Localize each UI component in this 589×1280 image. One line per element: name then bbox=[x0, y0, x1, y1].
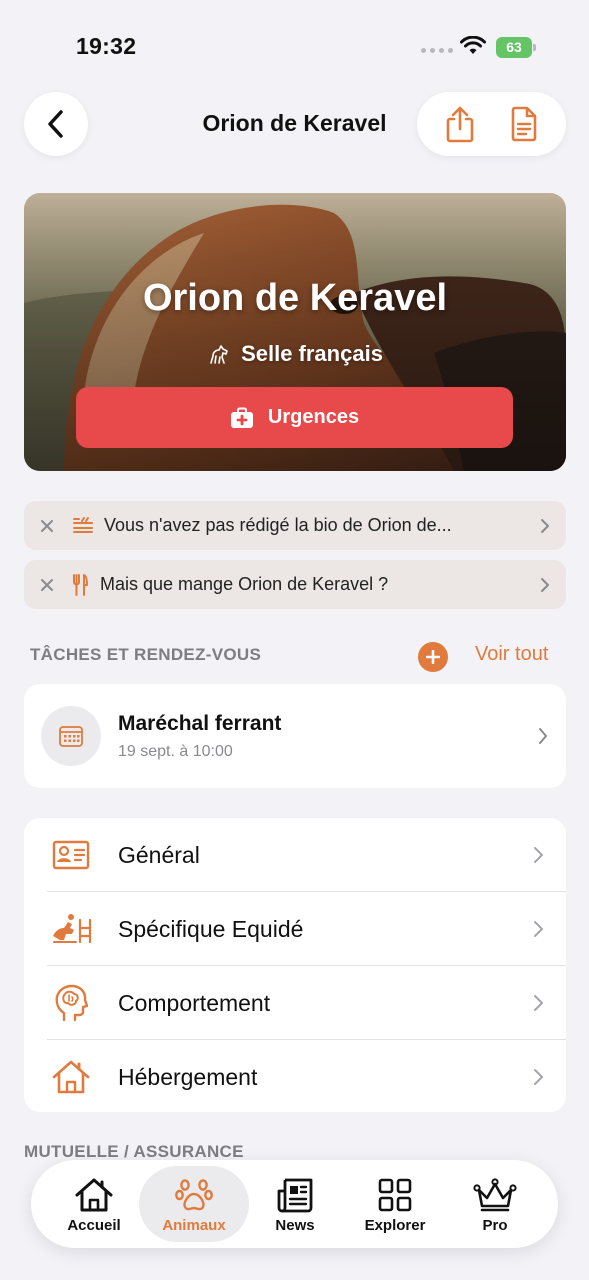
fork-knife-icon bbox=[73, 573, 88, 596]
chevron-right-icon bbox=[541, 577, 549, 592]
task-card[interactable]: Maréchal ferrant 19 sept. à 10:00 bbox=[24, 684, 566, 788]
tab-label: Pro bbox=[482, 1216, 508, 1234]
calendar-icon bbox=[59, 726, 83, 747]
menu-item-equide[interactable]: Spécifique Equidé bbox=[24, 892, 566, 966]
tab-explorer[interactable]: Explorer bbox=[340, 1166, 450, 1242]
house-icon bbox=[52, 1060, 90, 1094]
battery-level: 63 bbox=[496, 37, 532, 58]
task-title: Maréchal ferrant bbox=[118, 712, 282, 735]
add-task-button[interactable] bbox=[418, 642, 448, 672]
chevron-right-icon bbox=[539, 728, 547, 744]
close-icon bbox=[41, 578, 53, 591]
animal-breed-label: Selle français bbox=[241, 341, 383, 366]
chevron-right-icon bbox=[533, 847, 543, 863]
animal-name: Orion de Keravel bbox=[142, 277, 448, 319]
plus-icon bbox=[426, 650, 440, 664]
tab-bar: Accueil Animaux News Explorer Pro bbox=[31, 1160, 558, 1248]
chevron-right-icon bbox=[533, 1069, 543, 1085]
menu-item-hebergement[interactable]: Hébergement bbox=[24, 1040, 566, 1114]
tab-label: Explorer bbox=[364, 1216, 426, 1234]
quote-icon bbox=[73, 516, 93, 533]
close-icon bbox=[41, 519, 53, 532]
tab-animaux[interactable]: Animaux bbox=[139, 1166, 249, 1242]
menu-item-label: Général bbox=[118, 841, 200, 868]
tip-text: Mais que mange Orion de Keravel ? bbox=[100, 574, 389, 594]
horse-jumping-icon bbox=[53, 914, 92, 944]
menu-item-comportement[interactable]: Comportement bbox=[24, 966, 566, 1040]
tasks-section-header: TÂCHES ET RENDEZ-VOUS Voir tout bbox=[30, 642, 566, 672]
urgences-button[interactable]: Urgences bbox=[76, 387, 513, 448]
animal-info-menu: Général Spécifique Equidé Comportement H… bbox=[24, 818, 566, 1112]
battery-icon: 63 bbox=[496, 37, 536, 58]
tab-accueil[interactable]: Accueil bbox=[39, 1166, 149, 1242]
menu-item-label: Hébergement bbox=[118, 1063, 258, 1090]
brain-head-icon bbox=[55, 984, 88, 1022]
grid-icon bbox=[378, 1178, 412, 1211]
animal-hero-card: Orion de Keravel Selle français Urgences bbox=[24, 193, 566, 471]
chevron-right-icon bbox=[533, 995, 543, 1011]
status-time: 19:32 bbox=[76, 33, 137, 59]
chevron-right-icon bbox=[541, 518, 549, 533]
status-bar: 19:32 63 bbox=[0, 0, 589, 90]
urgences-label: Urgences bbox=[267, 406, 360, 428]
tab-label: News bbox=[275, 1216, 315, 1234]
insurance-section-title: MUTUELLE / ASSURANCE bbox=[24, 1142, 244, 1161]
food-suggestion-banner[interactable]: Mais que mange Orion de Keravel ? bbox=[24, 560, 566, 609]
tip-text: Vous n'avez pas rédigé la bio de Orion d… bbox=[104, 515, 452, 535]
task-date: 19 sept. à 10:00 bbox=[118, 743, 233, 760]
nav-actions bbox=[417, 92, 566, 156]
back-button[interactable] bbox=[24, 92, 88, 156]
menu-item-label: Spécifique Equidé bbox=[118, 915, 304, 942]
paw-icon bbox=[175, 1178, 213, 1210]
bio-suggestion-banner[interactable]: Vous n'avez pas rédigé la bio de Orion d… bbox=[24, 501, 566, 550]
tab-label: Accueil bbox=[67, 1216, 121, 1234]
wifi-icon bbox=[460, 36, 486, 54]
id-card-icon bbox=[52, 840, 90, 870]
share-icon[interactable] bbox=[444, 105, 476, 143]
horse-icon bbox=[210, 345, 228, 364]
newspaper-icon bbox=[277, 1178, 313, 1212]
animal-breed: Selle français bbox=[24, 341, 566, 367]
tab-pro[interactable]: Pro bbox=[440, 1166, 550, 1242]
task-icon-circle bbox=[41, 706, 101, 766]
menu-item-label: Comportement bbox=[118, 989, 271, 1016]
crown-icon bbox=[473, 1177, 517, 1211]
see-all-link[interactable]: Voir tout bbox=[475, 643, 548, 666]
menu-item-general[interactable]: Général bbox=[24, 818, 566, 892]
dismiss-button[interactable] bbox=[24, 519, 70, 533]
tab-news[interactable]: News bbox=[240, 1166, 350, 1242]
first-aid-kit-icon bbox=[230, 407, 253, 428]
document-icon[interactable] bbox=[509, 106, 539, 142]
home-icon bbox=[75, 1178, 113, 1211]
tab-label: Animaux bbox=[162, 1216, 226, 1234]
navigation-bar: Orion de Keravel bbox=[0, 90, 589, 158]
chevron-right-icon bbox=[533, 921, 543, 937]
dismiss-button[interactable] bbox=[24, 578, 70, 592]
chevron-left-icon bbox=[48, 110, 63, 138]
signal-icon bbox=[421, 48, 453, 53]
